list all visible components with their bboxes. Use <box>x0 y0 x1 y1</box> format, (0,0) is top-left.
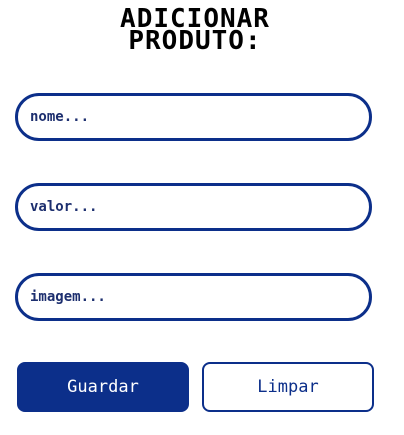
form-title-line-2: PRODUTO: <box>128 26 262 56</box>
product-image-input[interactable] <box>15 273 372 321</box>
product-name-input[interactable] <box>15 93 372 141</box>
form-title: ADICIONAR PRODUTO: <box>0 6 390 56</box>
add-product-form: ADICIONAR PRODUTO: Guardar Limpar <box>0 0 404 435</box>
save-button[interactable]: Guardar <box>17 362 189 412</box>
clear-button[interactable]: Limpar <box>202 362 374 412</box>
product-price-input[interactable] <box>15 183 372 231</box>
